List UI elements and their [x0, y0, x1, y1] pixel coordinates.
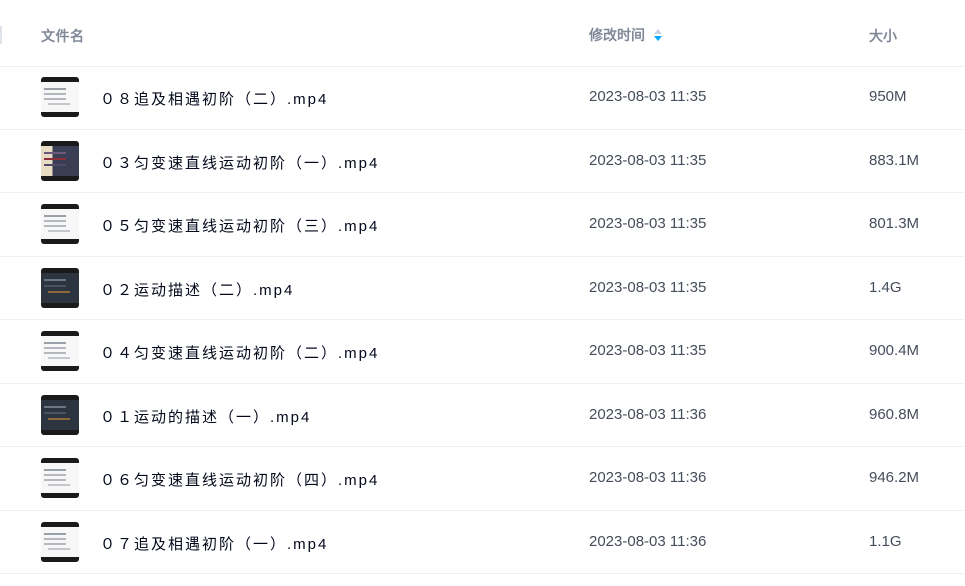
column-header-modified-time-label: 修改时间: [589, 27, 645, 43]
video-thumbnail[interactable]: [41, 458, 79, 498]
video-thumbnail[interactable]: [41, 204, 79, 244]
video-thumbnail[interactable]: [41, 394, 79, 435]
column-header-name[interactable]: 文件名: [41, 26, 85, 46]
video-thumbnail[interactable]: [41, 140, 79, 181]
file-list: ０８追及相遇初阶（二）.mp4 2023-08-03 11:35 950M ０３…: [0, 66, 965, 574]
file-size: 1.4G: [869, 278, 902, 296]
file-size: 950M: [869, 88, 907, 105]
file-modified-time: 2023-08-03 11:36: [589, 469, 707, 486]
file-row[interactable]: ０３匀变速直线运动初阶（一）.mp4 2023-08-03 11:35 883.…: [0, 130, 965, 193]
file-modified-time: 2023-08-03 11:36: [589, 405, 707, 423]
file-name[interactable]: ０２运动描述（二）.mp4: [100, 279, 294, 300]
video-thumbnail[interactable]: [41, 521, 79, 562]
file-size: 801.3M: [869, 215, 920, 232]
file-modified-time: 2023-08-03 11:35: [589, 88, 707, 105]
file-name[interactable]: ０３匀变速直线运动初阶（一）.mp4: [100, 152, 379, 173]
video-thumbnail[interactable]: [41, 331, 79, 371]
file-size: 900.4M: [869, 342, 920, 359]
file-modified-time: 2023-08-03 11:35: [589, 215, 707, 232]
file-name[interactable]: ０７追及相遇初阶（一）.mp4: [100, 533, 328, 554]
file-size: 960.8M: [869, 405, 920, 423]
file-name[interactable]: ０４匀变速直线运动初阶（二）.mp4: [100, 342, 379, 363]
file-size: 883.1M: [869, 151, 920, 169]
file-name[interactable]: ０８追及相遇初阶（二）.mp4: [100, 88, 328, 109]
file-row[interactable]: ０１运动的描述（一）.mp4 2023-08-03 11:36 960.8M: [0, 384, 965, 447]
column-header-modified-time[interactable]: 修改时间: [589, 25, 662, 45]
file-modified-time: 2023-08-03 11:35: [589, 151, 707, 169]
sort-desc-icon[interactable]: [654, 28, 662, 42]
column-header-size[interactable]: 大小: [869, 26, 897, 46]
file-row[interactable]: ０４匀变速直线运动初阶（二）.mp4 2023-08-03 11:35 900.…: [0, 320, 965, 384]
file-row[interactable]: ０８追及相遇初阶（二）.mp4 2023-08-03 11:35 950M: [0, 66, 965, 130]
file-size: 1.1G: [869, 532, 902, 550]
file-modified-time: 2023-08-03 11:35: [589, 278, 707, 296]
file-name[interactable]: ０１运动的描述（一）.mp4: [100, 406, 311, 427]
file-row[interactable]: ０６匀变速直线运动初阶（四）.mp4 2023-08-03 11:36 946.…: [0, 447, 965, 511]
file-name[interactable]: ０６匀变速直线运动初阶（四）.mp4: [100, 469, 379, 490]
file-modified-time: 2023-08-03 11:35: [589, 342, 707, 359]
file-modified-time: 2023-08-03 11:36: [589, 532, 707, 550]
file-row[interactable]: ０２运动描述（二）.mp4 2023-08-03 11:35 1.4G: [0, 257, 965, 320]
file-name[interactable]: ０５匀变速直线运动初阶（三）.mp4: [100, 215, 379, 236]
video-thumbnail[interactable]: [41, 77, 79, 117]
video-thumbnail[interactable]: [41, 267, 79, 308]
file-row[interactable]: ０７追及相遇初阶（一）.mp4 2023-08-03 11:36 1.1G: [0, 511, 965, 574]
file-size: 946.2M: [869, 469, 920, 486]
file-row[interactable]: ０５匀变速直线运动初阶（三）.mp4 2023-08-03 11:35 801.…: [0, 193, 965, 257]
file-list-header: 文件名 修改时间 大小: [0, 0, 965, 67]
